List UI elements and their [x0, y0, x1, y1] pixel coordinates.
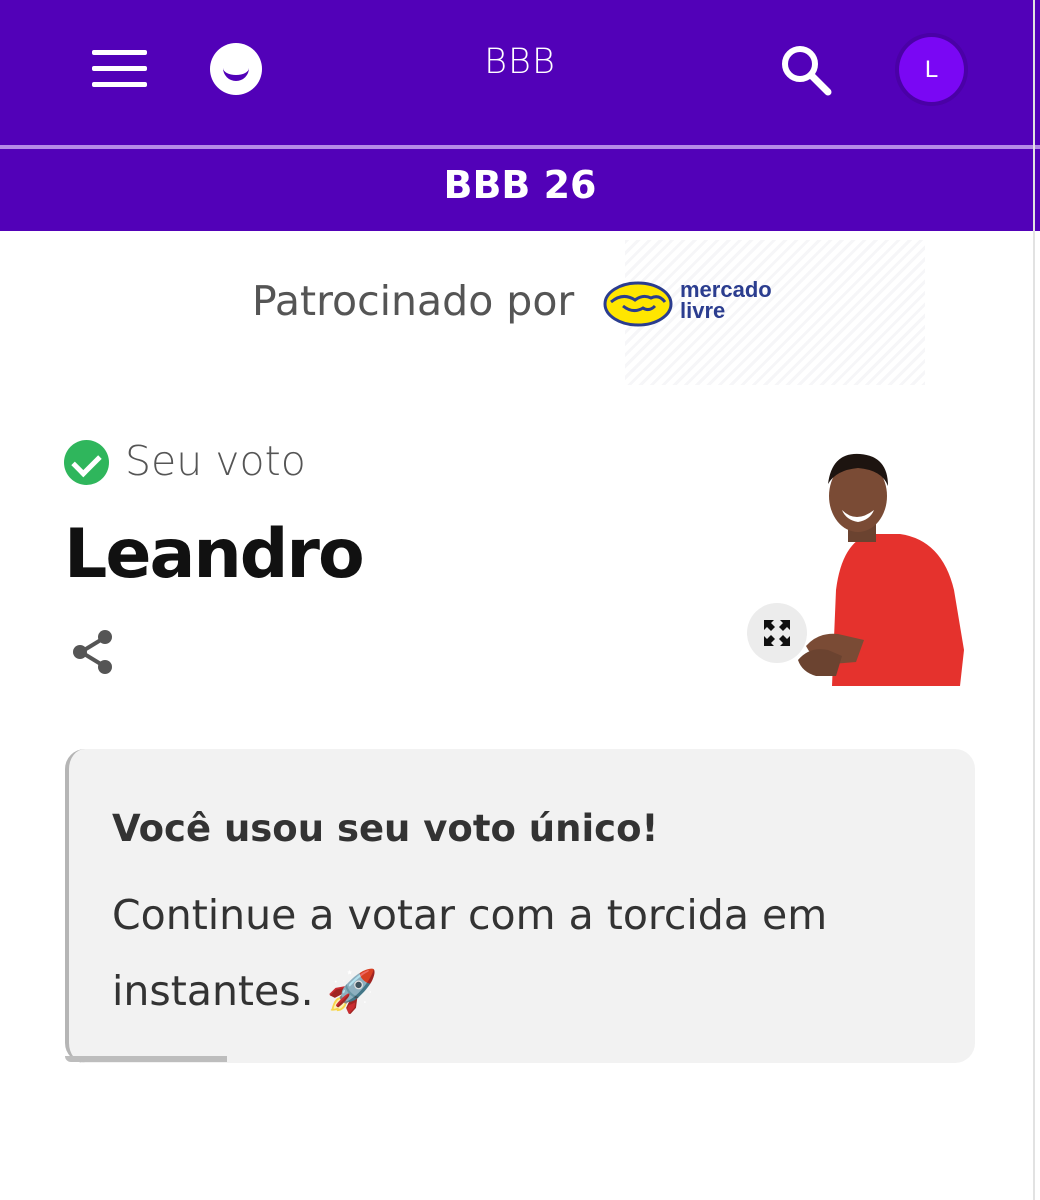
candidate-name: Leandro: [64, 515, 365, 594]
notice-body: Continue a votar com a torcida em instan…: [112, 891, 828, 1015]
expand-photo-button[interactable]: [747, 603, 807, 663]
avatar[interactable]: L: [899, 37, 964, 102]
candidate-photo: [798, 453, 964, 686]
search-icon[interactable]: [778, 42, 834, 98]
mercado-livre-wordmark-line1: mercado: [680, 277, 772, 302]
notice-title: Você usou seu voto único!: [112, 807, 659, 850]
top-app-bar: BBB L: [0, 0, 1040, 145]
mercado-livre-wordmark: mercado livre: [680, 277, 772, 323]
page-title[interactable]: BBB: [420, 42, 620, 82]
sponsor-label: Patrocinado por: [252, 277, 575, 325]
mercado-livre-wordmark-line2: livre: [680, 298, 726, 323]
menu-icon[interactable]: [92, 50, 147, 88]
notice-card-accent: [65, 1056, 227, 1062]
vote-status-label: Seu voto: [125, 437, 306, 485]
section-bar: BBB 26: [0, 149, 1040, 231]
share-icon[interactable]: [70, 628, 116, 676]
section-title[interactable]: BBB 26: [0, 163, 1040, 207]
expand-icon: [764, 620, 790, 646]
vote-notice-card: Você usou seu voto único! Continue a vot…: [65, 749, 975, 1063]
scrollbar-track: [1033, 0, 1035, 1200]
mercado-livre-logo-icon: [603, 281, 673, 327]
logo-icon[interactable]: [210, 43, 262, 95]
check-circle-icon: [64, 440, 109, 485]
